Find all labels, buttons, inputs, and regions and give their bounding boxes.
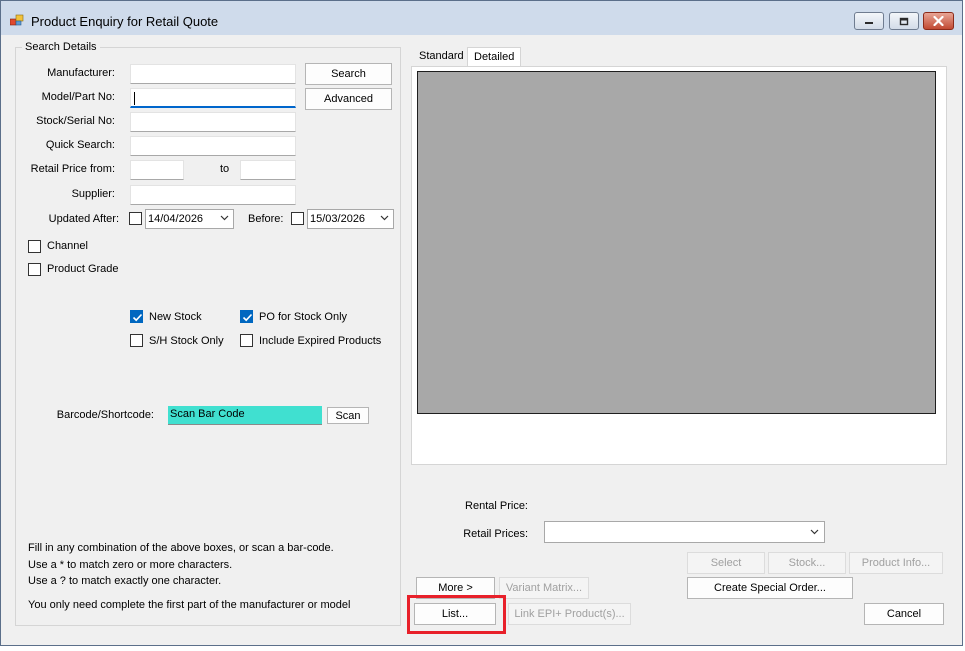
create-special-order-button[interactable]: Create Special Order... xyxy=(687,577,853,599)
updated-after-checkbox[interactable] xyxy=(129,212,142,225)
stock-serial-input[interactable] xyxy=(130,112,296,132)
search-details-title: Search Details xyxy=(22,41,100,53)
before-date-value: 15/03/2026 xyxy=(310,213,366,225)
manufacturer-label: Manufacturer: xyxy=(47,67,115,79)
channel-checkbox[interactable] xyxy=(28,240,41,253)
po-for-stock-only-checkbox[interactable] xyxy=(240,310,253,323)
before-date-picker[interactable]: 15/03/2026 xyxy=(307,209,394,229)
rental-price-label: Rental Price: xyxy=(465,500,528,512)
supplier-label: Supplier: xyxy=(71,188,115,200)
cancel-button[interactable]: Cancel xyxy=(864,603,944,625)
app-icon xyxy=(10,14,24,26)
product-grade-checkbox[interactable] xyxy=(28,263,41,276)
advanced-button[interactable]: Advanced xyxy=(305,88,392,110)
close-button[interactable] xyxy=(923,12,954,30)
checkmark-icon xyxy=(242,313,253,322)
before-checkbox[interactable] xyxy=(291,212,304,225)
chevron-down-icon xyxy=(810,529,819,535)
quick-search-input[interactable] xyxy=(130,136,296,156)
new-stock-label: New Stock xyxy=(149,311,202,323)
help-text-line-2: Use a * to match zero or more characters… xyxy=(28,559,233,571)
minimize-button[interactable] xyxy=(854,12,884,30)
updated-after-label: Updated After: xyxy=(48,213,119,225)
new-stock-checkbox[interactable] xyxy=(130,310,143,323)
po-for-stock-only-label: PO for Stock Only xyxy=(259,311,348,323)
retail-price-from-label: Retail Price from: xyxy=(30,163,115,175)
retail-price-from-input[interactable] xyxy=(130,160,184,180)
sh-stock-only-checkbox[interactable] xyxy=(130,334,143,347)
model-part-no-input[interactable] xyxy=(130,88,296,108)
before-label: Before: xyxy=(248,213,284,225)
close-icon xyxy=(933,16,944,26)
tab-detailed[interactable]: Detailed xyxy=(467,47,522,67)
product-enquiry-window: Product Enquiry for Retail Quote Search … xyxy=(0,0,963,646)
minimize-icon xyxy=(865,22,873,24)
sh-stock-only-label: S/H Stock Only xyxy=(149,335,224,347)
model-part-no-label: Model/Part No: xyxy=(41,91,115,103)
product-info-button[interactable]: Product Info... xyxy=(849,552,943,574)
retail-price-to-input[interactable] xyxy=(240,160,296,180)
product-preview-area xyxy=(417,71,936,414)
link-epi-products-button[interactable]: Link EPI+ Product(s)... xyxy=(508,603,631,625)
help-text-line-4: You only need complete the first part of… xyxy=(28,599,351,611)
stock-button[interactable]: Stock... xyxy=(768,552,846,574)
tab-standard[interactable]: Standard xyxy=(413,47,470,67)
chevron-down-icon xyxy=(380,215,389,221)
supplier-input[interactable] xyxy=(130,185,296,205)
stock-serial-label: Stock/Serial No: xyxy=(36,115,115,127)
quick-search-label: Quick Search: xyxy=(45,139,115,151)
list-button[interactable]: List... xyxy=(414,603,496,625)
help-text-line-3: Use a ? to match exactly one character. xyxy=(28,575,222,587)
include-expired-label: Include Expired Products xyxy=(259,335,382,347)
select-button[interactable]: Select xyxy=(687,552,765,574)
window-title: Product Enquiry for Retail Quote xyxy=(31,14,219,29)
updated-after-date-value: 14/04/2026 xyxy=(148,213,204,225)
restore-icon xyxy=(899,17,909,25)
help-text-line-1: Fill in any combination of the above box… xyxy=(28,542,334,554)
channel-label: Channel xyxy=(47,240,88,252)
scan-button[interactable]: Scan xyxy=(327,407,369,424)
updated-after-date-picker[interactable]: 14/04/2026 xyxy=(145,209,234,229)
barcode-label: Barcode/Shortcode: xyxy=(56,409,154,421)
retail-prices-select[interactable] xyxy=(544,521,825,543)
title-bar[interactable]: Product Enquiry for Retail Quote xyxy=(1,1,962,35)
chevron-down-icon xyxy=(220,215,229,221)
search-button[interactable]: Search xyxy=(305,63,392,85)
text-cursor xyxy=(134,92,135,105)
retail-prices-label: Retail Prices: xyxy=(463,528,528,540)
manufacturer-input[interactable] xyxy=(130,64,296,84)
variant-matrix-button[interactable]: Variant Matrix... xyxy=(499,577,589,599)
product-grade-label: Product Grade xyxy=(47,263,119,275)
barcode-input[interactable]: Scan Bar Code xyxy=(168,406,322,425)
to-label: to xyxy=(220,163,230,175)
maximize-button[interactable] xyxy=(889,12,919,30)
include-expired-checkbox[interactable] xyxy=(240,334,253,347)
checkmark-icon xyxy=(132,313,143,322)
